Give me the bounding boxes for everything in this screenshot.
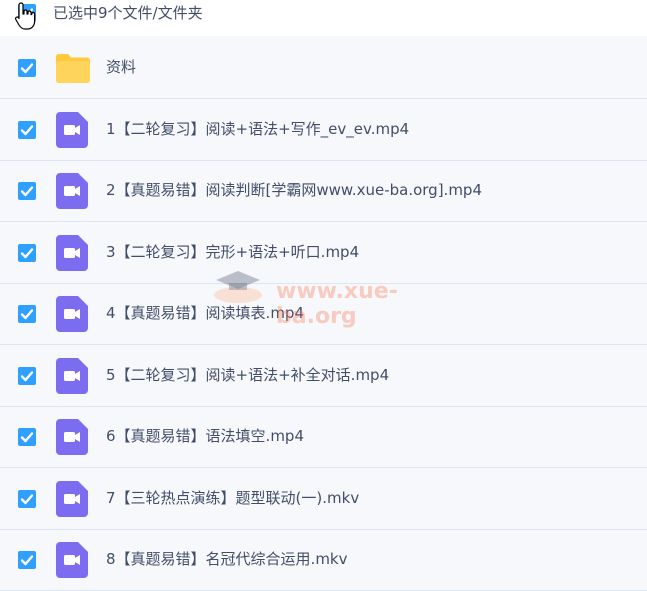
video-icon [56,480,88,521]
file-name[interactable]: 1【二轮复习】阅读+语法+写作_ev_ev.mp4 [106,119,409,139]
file-checkbox[interactable] [18,305,36,323]
video-icon [56,419,88,459]
file-name[interactable]: 5【二轮复习】阅读+语法+补全对话.mp4 [106,365,389,385]
file-row[interactable]: 2【真题易错】阅读判断[学霸网www.xue-ba.org].mp4 [0,161,647,222]
video-icon [56,173,88,213]
video-icon [56,296,88,336]
file-checkbox[interactable] [18,366,36,385]
video-icon [56,542,88,582]
file-name[interactable]: 资料 [106,57,136,77]
file-row[interactable]: 5【二轮复习】阅读+语法+补全对话.mp4 [0,345,647,407]
file-name[interactable]: 8【真题易错】名冠代综合运用.mkv [106,549,348,569]
file-name[interactable]: 7【三轮热点演练】题型联动(一).mkv [106,488,359,508]
hand-cursor-icon [14,2,36,30]
file-checkbox[interactable] [18,428,36,446]
video-icon [56,234,88,275]
file-row[interactable]: 4【真题易错】阅读填表.mp4 [0,284,647,345]
file-checkbox[interactable] [18,551,36,569]
selection-count-text: 已选中9个文件/文件夹 [53,4,203,22]
selection-header: 已选中9个文件/文件夹 [0,0,647,36]
video-icon [56,357,88,398]
file-row[interactable]: 1【二轮复习】阅读+语法+写作_ev_ev.mp4 [0,99,647,161]
file-name[interactable]: 3【二轮复习】完形+语法+听口.mp4 [106,242,359,262]
file-row[interactable]: 6【真题易错】语法填空.mp4 [0,407,647,468]
file-checkbox[interactable] [18,489,36,508]
folder-icon [54,52,92,88]
file-checkbox[interactable] [18,120,36,139]
file-checkbox[interactable] [18,243,36,262]
file-name[interactable]: 2【真题易错】阅读判断[学霸网www.xue-ba.org].mp4 [106,180,482,200]
video-icon [56,111,88,152]
file-row[interactable]: 8【真题易错】名冠代综合运用.mkv [0,530,647,591]
file-name[interactable]: 6【真题易错】语法填空.mp4 [106,426,304,446]
file-checkbox[interactable] [18,59,36,77]
file-checkbox[interactable] [18,182,36,200]
file-row[interactable]: 资料 [0,38,647,99]
file-row[interactable]: 3【二轮复习】完形+语法+听口.mp4 [0,222,647,284]
file-name[interactable]: 4【真题易错】阅读填表.mp4 [106,303,304,323]
file-row[interactable]: 7【三轮热点演练】题型联动(一).mkv [0,468,647,530]
